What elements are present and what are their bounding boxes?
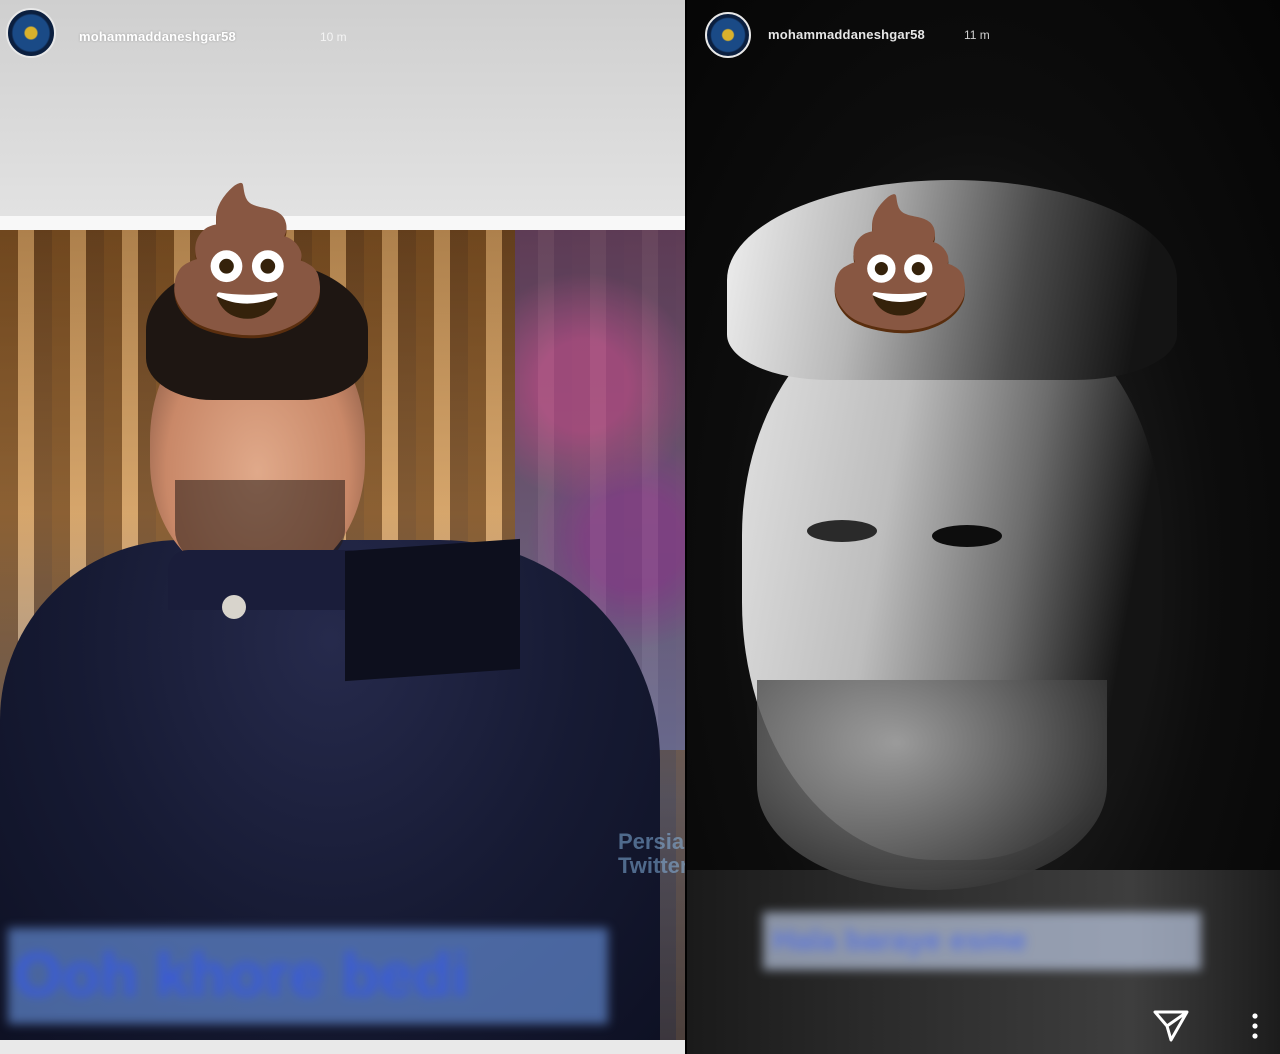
- avatar[interactable]: [6, 8, 56, 58]
- username[interactable]: mohammaddaneshgar58: [79, 29, 236, 44]
- timestamp: 11 m: [964, 28, 990, 42]
- story-right[interactable]: 💩 Hala baraye esme mohammaddaneshgar58 1…: [687, 0, 1280, 1054]
- more-vertical-icon[interactable]: [1249, 1012, 1261, 1040]
- story-header: mohammaddaneshgar58 10 m: [0, 0, 685, 72]
- watermark-text: Persian Twitter: [618, 829, 685, 878]
- person-beard: [757, 680, 1107, 890]
- suit-patch: [345, 538, 520, 682]
- story-photo: [687, 0, 1280, 1054]
- story-photo: Persian Twitter: [0, 230, 685, 1040]
- bottom-strip: [0, 1040, 685, 1054]
- blurred-caption: Hala baraye esme: [763, 912, 1201, 970]
- person-eye-right: [932, 525, 1002, 547]
- blurred-caption: Ooh khore bedi: [8, 928, 608, 1024]
- poop-emoji-sticker: 💩: [822, 190, 978, 335]
- username[interactable]: mohammaddaneshgar58: [768, 27, 925, 42]
- story-header: mohammaddaneshgar58 11 m: [687, 0, 1280, 72]
- story-left[interactable]: Persian Twitter 💩 Ooh khore bedi mohamma…: [0, 0, 685, 1054]
- image-border: [0, 216, 685, 230]
- suit-button: [222, 595, 246, 619]
- send-icon[interactable]: [1151, 1008, 1191, 1044]
- timestamp: 10 m: [320, 30, 347, 44]
- poop-emoji-sticker: 💩: [160, 178, 335, 341]
- person-collar: [168, 550, 368, 610]
- person-eye-left: [807, 520, 877, 542]
- avatar[interactable]: [705, 12, 751, 58]
